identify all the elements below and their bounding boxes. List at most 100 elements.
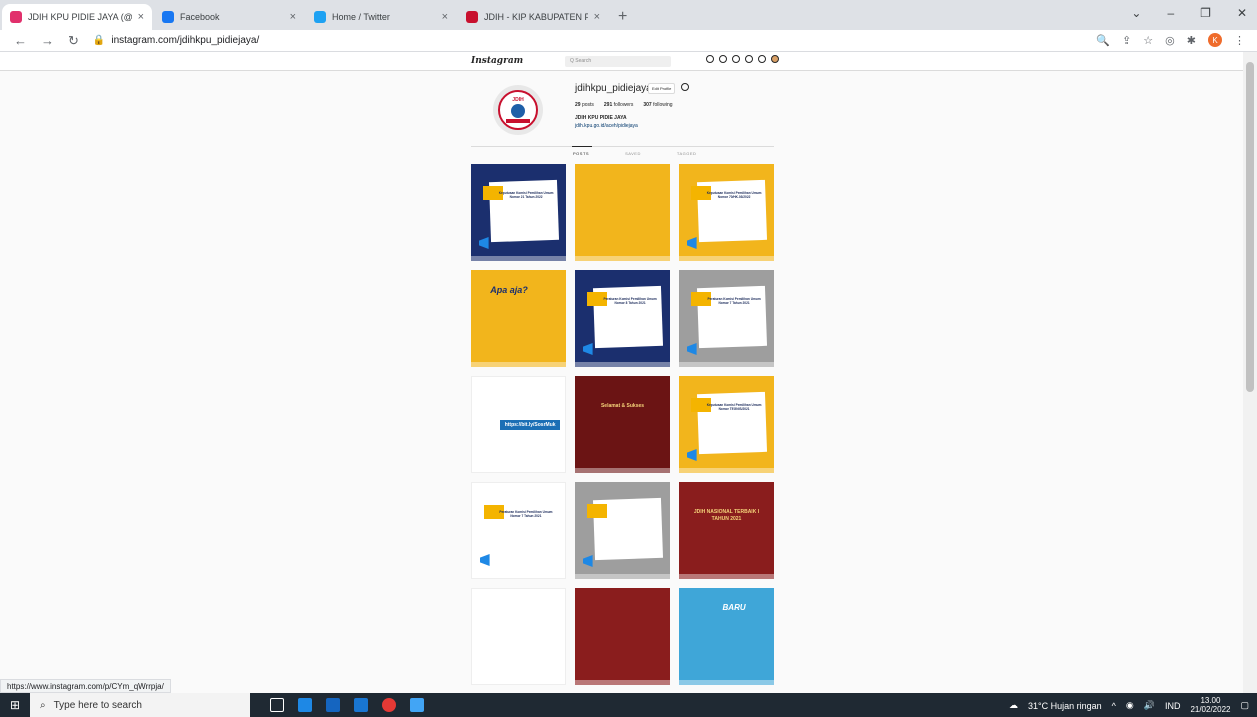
- browser-tab[interactable]: JDIH KPU PIDIE JAYA (@jdihkpu_ ×: [2, 4, 152, 30]
- post-caption: JDIH NASIONAL TERBAIK I TAHUN 2021: [693, 509, 760, 522]
- tab-posts[interactable]: POSTS: [573, 151, 589, 156]
- post-footer-strip: [575, 362, 670, 367]
- mail-icon[interactable]: [354, 698, 368, 712]
- messenger-icon[interactable]: [719, 55, 727, 63]
- minimize-button[interactable]: –: [1167, 6, 1174, 20]
- extensions-icon[interactable]: ✱: [1187, 34, 1196, 47]
- forward-icon[interactable]: →: [41, 33, 54, 49]
- browser-tab[interactable]: Facebook ×: [154, 4, 304, 30]
- language-indicator[interactable]: IND: [1165, 701, 1181, 711]
- menu-icon[interactable]: ⋮: [1234, 34, 1245, 47]
- post-thumbnail[interactable]: https://bit.ly/SosrMuk: [471, 376, 566, 473]
- url-field[interactable]: 🔒 instagram.com/jdihkpu_pidiejaya/: [93, 35, 259, 46]
- network-icon[interactable]: ◉: [1126, 700, 1134, 711]
- user-avatar-icon[interactable]: [771, 55, 779, 63]
- back-icon[interactable]: ←: [14, 33, 27, 49]
- windows-start-icon[interactable]: ⊞: [0, 698, 30, 712]
- post-footer-strip: [472, 573, 565, 578]
- instagram-logo[interactable]: Instagram: [471, 56, 523, 66]
- post-thumbnail[interactable]: Apa aja?: [471, 270, 566, 367]
- globe-logo-icon: [511, 104, 525, 118]
- tab-tagged[interactable]: TAGGED: [677, 151, 697, 156]
- post-footer-strip: [471, 362, 566, 367]
- tab-close-icon[interactable]: ×: [138, 11, 144, 23]
- volume-icon[interactable]: 🔊: [1144, 700, 1155, 711]
- post-thumbnail[interactable]: Peraturan Komisi Pemilihan Umum Nomor 7 …: [679, 270, 774, 367]
- chrome-icon[interactable]: [382, 698, 396, 712]
- edit-profile-button[interactable]: Edit Profile: [648, 83, 676, 94]
- browser-tab[interactable]: JDIH - KIP KABUPATEN PIDIE JAY ×: [458, 4, 608, 30]
- page-content: Instagram Q Search JDIH jdihkpu_pidiejay…: [0, 52, 1243, 693]
- tab-title: Home / Twitter: [332, 12, 390, 22]
- posts-grid: Keputusan Komisi Pemilihan Umum Nomor 21…: [471, 164, 774, 685]
- scrollbar-thumb[interactable]: [1246, 62, 1254, 392]
- tray-chevron-icon[interactable]: ^: [1112, 701, 1116, 711]
- post-thumbnail[interactable]: Peraturan Komisi Pemilihan Umum Nomor 7 …: [471, 482, 566, 579]
- post-footer-strip: [575, 574, 670, 579]
- post-thumbnail[interactable]: Selamat & Sukses: [575, 376, 670, 473]
- post-caption: Keputusan Komisi Pemilihan Umum Nomor TE…: [706, 403, 762, 412]
- explore-icon[interactable]: [745, 55, 753, 63]
- post-thumbnail[interactable]: Keputusan Komisi Pemilihan Umum Nomor TE…: [679, 376, 774, 473]
- post-caption: Keputusan Komisi Pemilihan Umum Nomor 70…: [706, 191, 762, 200]
- post-thumbnail[interactable]: Peraturan Komisi Pemilihan Umum Nomor 8 …: [575, 270, 670, 367]
- clock[interactable]: 13.00 21/02/2022: [1190, 696, 1230, 715]
- photos-icon[interactable]: [410, 698, 424, 712]
- address-bar: ← → ↻ 🔒 instagram.com/jdihkpu_pidiejaya/…: [0, 30, 1257, 52]
- share-icon[interactable]: ⇪: [1122, 34, 1131, 47]
- profile-picture[interactable]: JDIH: [493, 85, 543, 135]
- file-explorer-icon[interactable]: [298, 698, 312, 712]
- task-view-icon[interactable]: [270, 698, 284, 712]
- weather-text[interactable]: 31°C Hujan ringan: [1028, 701, 1102, 711]
- post-thumbnail[interactable]: Keputusan Komisi Pemilihan Umum Nomor 70…: [679, 164, 774, 261]
- tab-title: JDIH KPU PIDIE JAYA (@jdihkpu_: [28, 12, 132, 22]
- post-thumbnail[interactable]: JDIH NASIONAL TERBAIK I TAHUN 2021: [679, 482, 774, 579]
- tab-close-icon[interactable]: ×: [442, 11, 448, 23]
- weather-icon[interactable]: ☁: [1009, 700, 1018, 711]
- tab-saved[interactable]: SAVED: [625, 151, 641, 156]
- heart-icon[interactable]: [758, 55, 766, 63]
- home-icon[interactable]: [706, 55, 714, 63]
- close-window-button[interactable]: ✕: [1237, 6, 1247, 20]
- post-caption: Peraturan Komisi Pemilihan Umum Nomor 8 …: [603, 297, 657, 306]
- bookmark-star-icon[interactable]: ☆: [1143, 34, 1153, 47]
- post-thumbnail[interactable]: BARU: [679, 588, 774, 685]
- zoom-icon[interactable]: 🔍: [1096, 34, 1110, 47]
- search-icon: ⌕: [40, 699, 46, 711]
- new-post-icon[interactable]: [732, 55, 740, 63]
- url-text: instagram.com/jdihkpu_pidiejaya/: [111, 35, 260, 46]
- post-footer-strip: [679, 362, 774, 367]
- profile-avatar[interactable]: K: [1208, 33, 1222, 47]
- new-tab-button[interactable]: +: [618, 8, 627, 26]
- profile-tabs: POSTS SAVED TAGGED: [573, 151, 696, 156]
- posts-stat: 29 posts: [575, 102, 594, 108]
- following-stat[interactable]: 307 following: [643, 102, 672, 108]
- camera-icon[interactable]: ◎: [1165, 34, 1175, 47]
- settings-gear-icon[interactable]: [681, 83, 689, 91]
- post-thumbnail[interactable]: [471, 588, 566, 685]
- followers-stat[interactable]: 291 followers: [604, 102, 633, 108]
- profile-username: jdihkpu_pidiejaya: [575, 83, 652, 94]
- post-thumbnail[interactable]: [575, 164, 670, 261]
- post-footer-strip: [679, 256, 774, 261]
- post-footer-strip: [575, 256, 670, 261]
- browser-tab[interactable]: Home / Twitter ×: [306, 4, 456, 30]
- tab-search-icon[interactable]: ⌄: [1131, 6, 1141, 20]
- bio-link[interactable]: jdih.kpu.go.id/aceh/pidiejaya: [575, 123, 638, 129]
- post-thumbnail[interactable]: Keputusan Komisi Pemilihan Umum Nomor 21…: [471, 164, 566, 261]
- lock-icon: 🔒: [92, 35, 106, 46]
- maximize-button[interactable]: ❐: [1200, 6, 1211, 20]
- post-footer-strip: [575, 468, 670, 473]
- tab-close-icon[interactable]: ×: [594, 11, 600, 23]
- tab-title: JDIH - KIP KABUPATEN PIDIE JAY: [484, 12, 588, 22]
- reload-icon[interactable]: ↻: [68, 33, 79, 49]
- instagram-search-input[interactable]: Q Search: [565, 56, 671, 67]
- profile-divider: [471, 146, 774, 147]
- notification-icon[interactable]: ▢: [1240, 700, 1249, 711]
- post-thumbnail[interactable]: [575, 588, 670, 685]
- taskbar-search[interactable]: ⌕ Type here to search: [30, 693, 250, 717]
- tab-close-icon[interactable]: ×: [290, 11, 296, 23]
- page-scrollbar[interactable]: [1243, 52, 1257, 693]
- store-icon[interactable]: [326, 698, 340, 712]
- post-thumbnail[interactable]: [575, 482, 670, 579]
